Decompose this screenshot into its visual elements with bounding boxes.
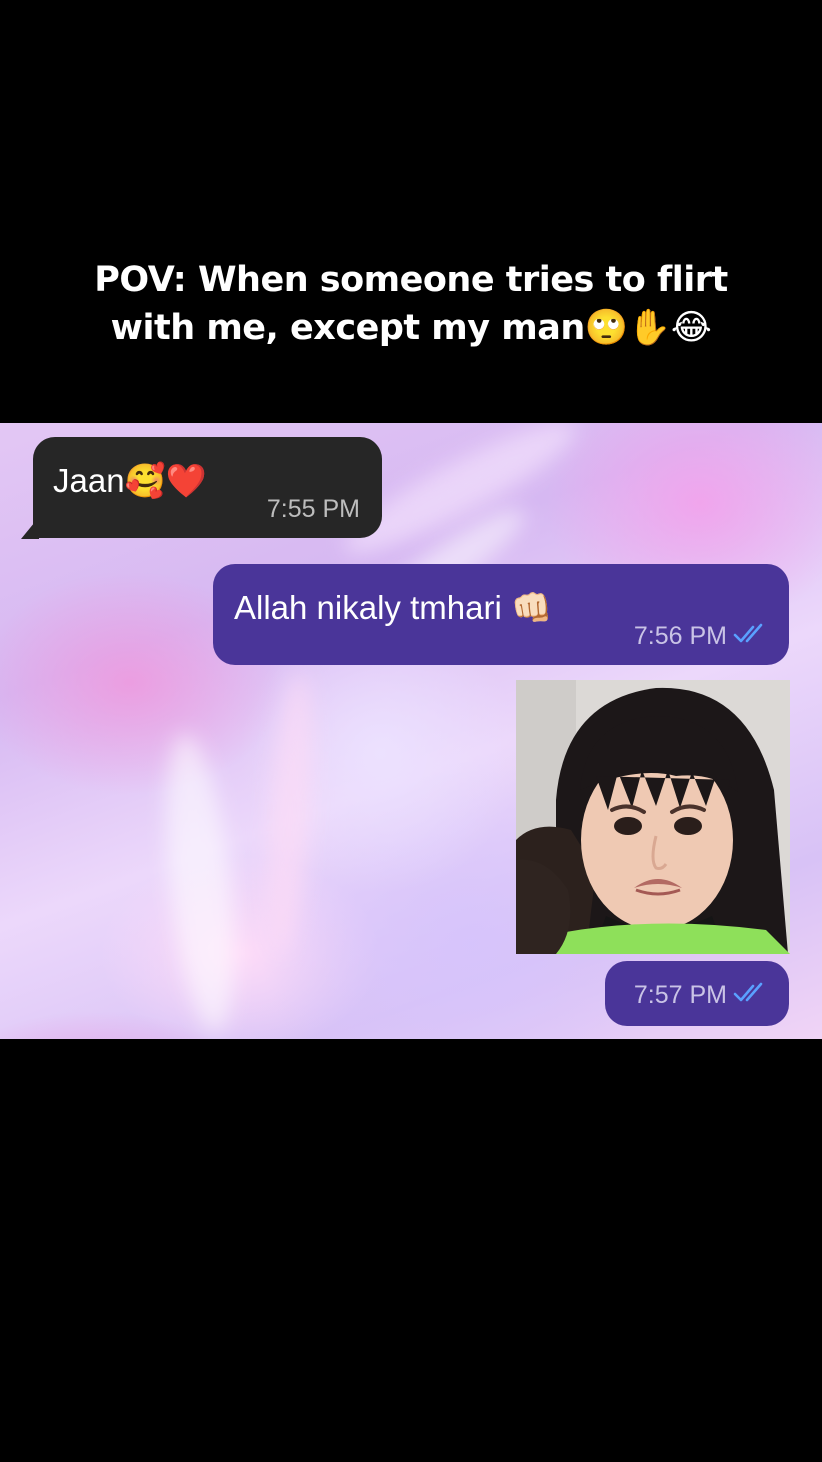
message-text: Jaan🥰❤️ [53,462,207,499]
pouting-child-photo[interactable] [516,680,790,954]
caption-line-2: with me, except my man🙄✋😂 [110,308,712,348]
chat-screenshot: Jaan🥰❤️ 7:55 PM Allah nikaly tmhari 👊🏻 7… [0,423,822,1039]
wallpaper-streak [260,671,320,955]
incoming-message-bubble[interactable]: Jaan🥰❤️ 7:55 PM [33,437,382,538]
outgoing-photo-caption-bubble[interactable]: 7:57 PM [605,961,789,1026]
message-timestamp: 7:57 PM [633,981,727,1009]
read-receipt-icon [733,623,763,643]
message-text: Allah nikaly tmhari 👊🏻 [234,589,553,626]
caption-line-1: POV: When someone tries to flirt [94,260,728,300]
read-receipt-icon [733,982,763,1002]
message-timestamp: 7:56 PM [633,622,727,650]
video-caption: POV: When someone tries to flirt with me… [40,256,782,352]
outgoing-message-bubble[interactable]: Allah nikaly tmhari 👊🏻 7:56 PM [213,564,789,665]
photo-illustration [516,680,790,954]
wallpaper-streak [154,730,246,1036]
message-timestamp: 7:55 PM [266,495,360,523]
